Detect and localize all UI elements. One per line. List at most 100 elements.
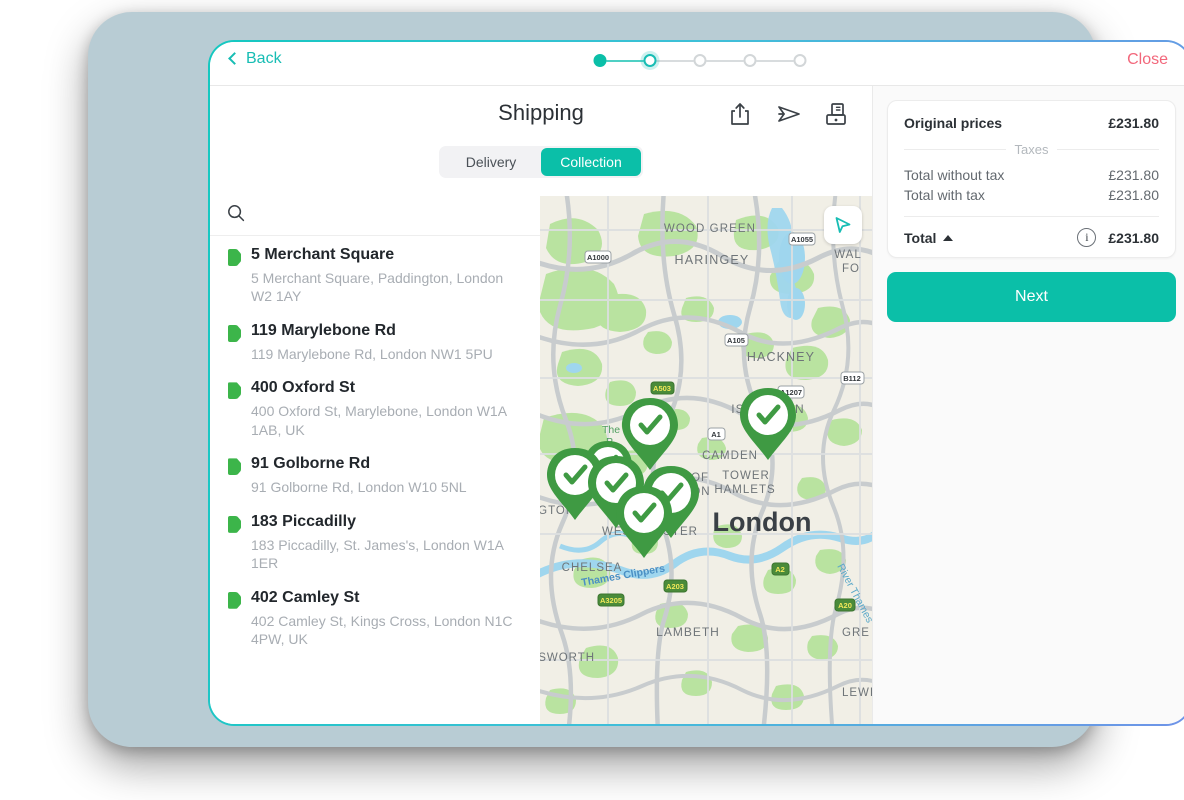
original-prices-value: £231.80: [1108, 115, 1159, 131]
cash-register-icon[interactable]: [824, 101, 848, 127]
map-label-haringey: HARINGEY: [675, 253, 750, 267]
svg-text:A503: A503: [653, 384, 671, 393]
total-value-group: i £231.80: [1077, 228, 1159, 247]
address-title-row: 5 Merchant Square: [228, 246, 522, 266]
total-without-tax-value: £231.80: [1108, 167, 1159, 183]
info-icon[interactable]: i: [1077, 228, 1097, 247]
total-without-tax-row: Total without tax £231.80: [904, 167, 1159, 183]
step-dot-5[interactable]: [793, 54, 807, 67]
list-item[interactable]: 91 Golborne Rd 91 Golborne Rd, London W1…: [210, 445, 540, 502]
body-wrapper: Shipping Delivery Collection 5 Merchant …: [210, 86, 1184, 724]
taxes-divider: Taxes: [904, 142, 1159, 157]
svg-text:A20: A20: [838, 601, 852, 610]
top-bar: Back Close: [210, 42, 1184, 86]
map-label-hackney: HACKNEY: [747, 350, 815, 364]
step-line-4: [756, 59, 794, 62]
location-flag-icon: [228, 382, 241, 400]
caret-up-icon[interactable]: [943, 234, 954, 241]
divider-line-right: [1057, 149, 1159, 150]
list-item[interactable]: 119 Marylebone Rd 119 Marylebone Rd, Lon…: [210, 312, 540, 369]
send-icon[interactable]: [776, 101, 800, 127]
location-flag-icon: [228, 591, 241, 609]
navigation-arrow-icon: [835, 217, 851, 233]
back-button-label: Back: [246, 50, 282, 67]
list-item[interactable]: 5 Merchant Square 5 Merchant Square, Pad…: [210, 236, 540, 312]
total-label: Total: [904, 229, 937, 246]
total-with-tax-row: Total with tax £231.80: [904, 187, 1159, 203]
list-map-split: 5 Merchant Square 5 Merchant Square, Pad…: [210, 196, 872, 724]
delivery-collection-toggle[interactable]: Delivery Collection: [439, 146, 643, 178]
step-line-2: [656, 59, 694, 62]
location-flag-icon: [228, 249, 241, 266]
road-badge-b112: B112: [840, 371, 865, 385]
step-line-3: [706, 59, 744, 62]
locate-me-button[interactable]: [824, 206, 862, 244]
map-label-tower-hamlets-2: HAMLETS: [714, 484, 775, 496]
svg-text:A105: A105: [727, 336, 745, 345]
map-view[interactable]: WOOD GREEN HARINGEY HACKNEY ISLINGTON CA…: [540, 196, 872, 724]
svg-text:B112: B112: [843, 374, 861, 383]
svg-text:A1055: A1055: [791, 235, 813, 244]
step-dot-1[interactable]: [593, 54, 607, 67]
svg-text:A1000: A1000: [587, 253, 609, 262]
road-badge-a503: A503: [650, 381, 675, 395]
left-column: Shipping Delivery Collection 5 Merchant …: [210, 86, 872, 724]
address-subtitle: 5 Merchant Square, Paddington, London W2…: [251, 270, 504, 305]
map-label-waltham-forest-2: FO: [842, 263, 860, 275]
original-prices-label: Original prices: [904, 115, 1003, 131]
map-label-tower-hamlets: TOWER: [722, 470, 770, 482]
next-button[interactable]: Next: [887, 272, 1176, 322]
map-label-wood-green: WOOD GREEN: [664, 223, 756, 235]
close-button[interactable]: Close: [1127, 51, 1168, 69]
step-line-1: [606, 59, 644, 62]
back-button[interactable]: Back: [228, 50, 282, 68]
total-label-group[interactable]: Total: [904, 229, 954, 246]
road-badge-a3205: A3205: [597, 593, 625, 607]
list-item[interactable]: 400 Oxford St 400 Oxford St, Marylebone,…: [210, 369, 540, 445]
map-label-camden: CAMDEN: [702, 450, 758, 462]
step-dot-2[interactable]: [643, 54, 657, 67]
address-title: 402 Camley St: [251, 588, 360, 606]
address-subtitle: 91 Golborne Rd, London W10 5NL: [251, 479, 467, 496]
summary-divider: [904, 216, 1159, 217]
search-input[interactable]: [254, 207, 524, 224]
address-title: 183 Piccadilly: [251, 512, 356, 530]
map-canvas: WOOD GREEN HARINGEY HACKNEY ISLINGTON CA…: [540, 196, 872, 724]
road-badge-a1: A1: [707, 427, 726, 441]
step-progress-indicator: [593, 54, 807, 67]
location-flag-icon: [228, 515, 241, 533]
tab-delivery[interactable]: Delivery: [441, 148, 541, 176]
address-subtitle: 183 Piccadilly, St. James's, London W1A …: [251, 536, 504, 572]
map-label-wandsworth: DSWORTH: [540, 652, 595, 664]
svg-text:A2: A2: [775, 565, 785, 574]
address-list-column: 5 Merchant Square 5 Merchant Square, Pad…: [210, 196, 540, 724]
total-with-tax-value: £231.80: [1108, 187, 1159, 203]
address-title: 400 Oxford St: [251, 379, 356, 397]
total-row[interactable]: Total i £231.80: [904, 228, 1159, 247]
road-badge-a203: A203: [663, 579, 688, 593]
device-frame: Back Close Shipping Delivery Collection …: [88, 12, 1184, 747]
summary-card: Original prices £231.80 Taxes Total with…: [887, 100, 1176, 258]
step-dot-4[interactable]: [743, 54, 757, 67]
address-title: 91 Golborne Rd: [251, 455, 371, 473]
location-flag-icon: [228, 324, 241, 342]
location-flag-icon: [228, 458, 241, 476]
address-subtitle: 400 Oxford St, Marylebone, London W1A 1A…: [251, 403, 507, 438]
address-title-row: 402 Camley St: [228, 589, 522, 609]
svg-text:A203: A203: [666, 582, 684, 591]
step-dot-3[interactable]: [693, 54, 707, 67]
list-item[interactable]: 402 Camley St 402 Camley St, Kings Cross…: [210, 579, 540, 655]
chevron-left-icon: [228, 52, 241, 65]
address-title-row: 119 Marylebone Rd: [228, 322, 522, 342]
total-with-tax-label: Total with tax: [904, 187, 985, 203]
tab-collection[interactable]: Collection: [541, 148, 641, 176]
share-icon[interactable]: [728, 101, 752, 127]
order-summary-panel: Original prices £231.80 Taxes Total with…: [872, 86, 1184, 724]
address-list[interactable]: 5 Merchant Square 5 Merchant Square, Pad…: [210, 236, 540, 724]
original-prices-row: Original prices £231.80: [904, 115, 1159, 131]
svg-text:A3205: A3205: [600, 596, 622, 605]
list-item[interactable]: 183 Piccadilly 183 Piccadilly, St. James…: [210, 503, 540, 579]
search-icon: [226, 203, 246, 228]
road-badge-a1000: A1000: [584, 250, 612, 264]
address-title-row: 400 Oxford St: [228, 379, 522, 400]
